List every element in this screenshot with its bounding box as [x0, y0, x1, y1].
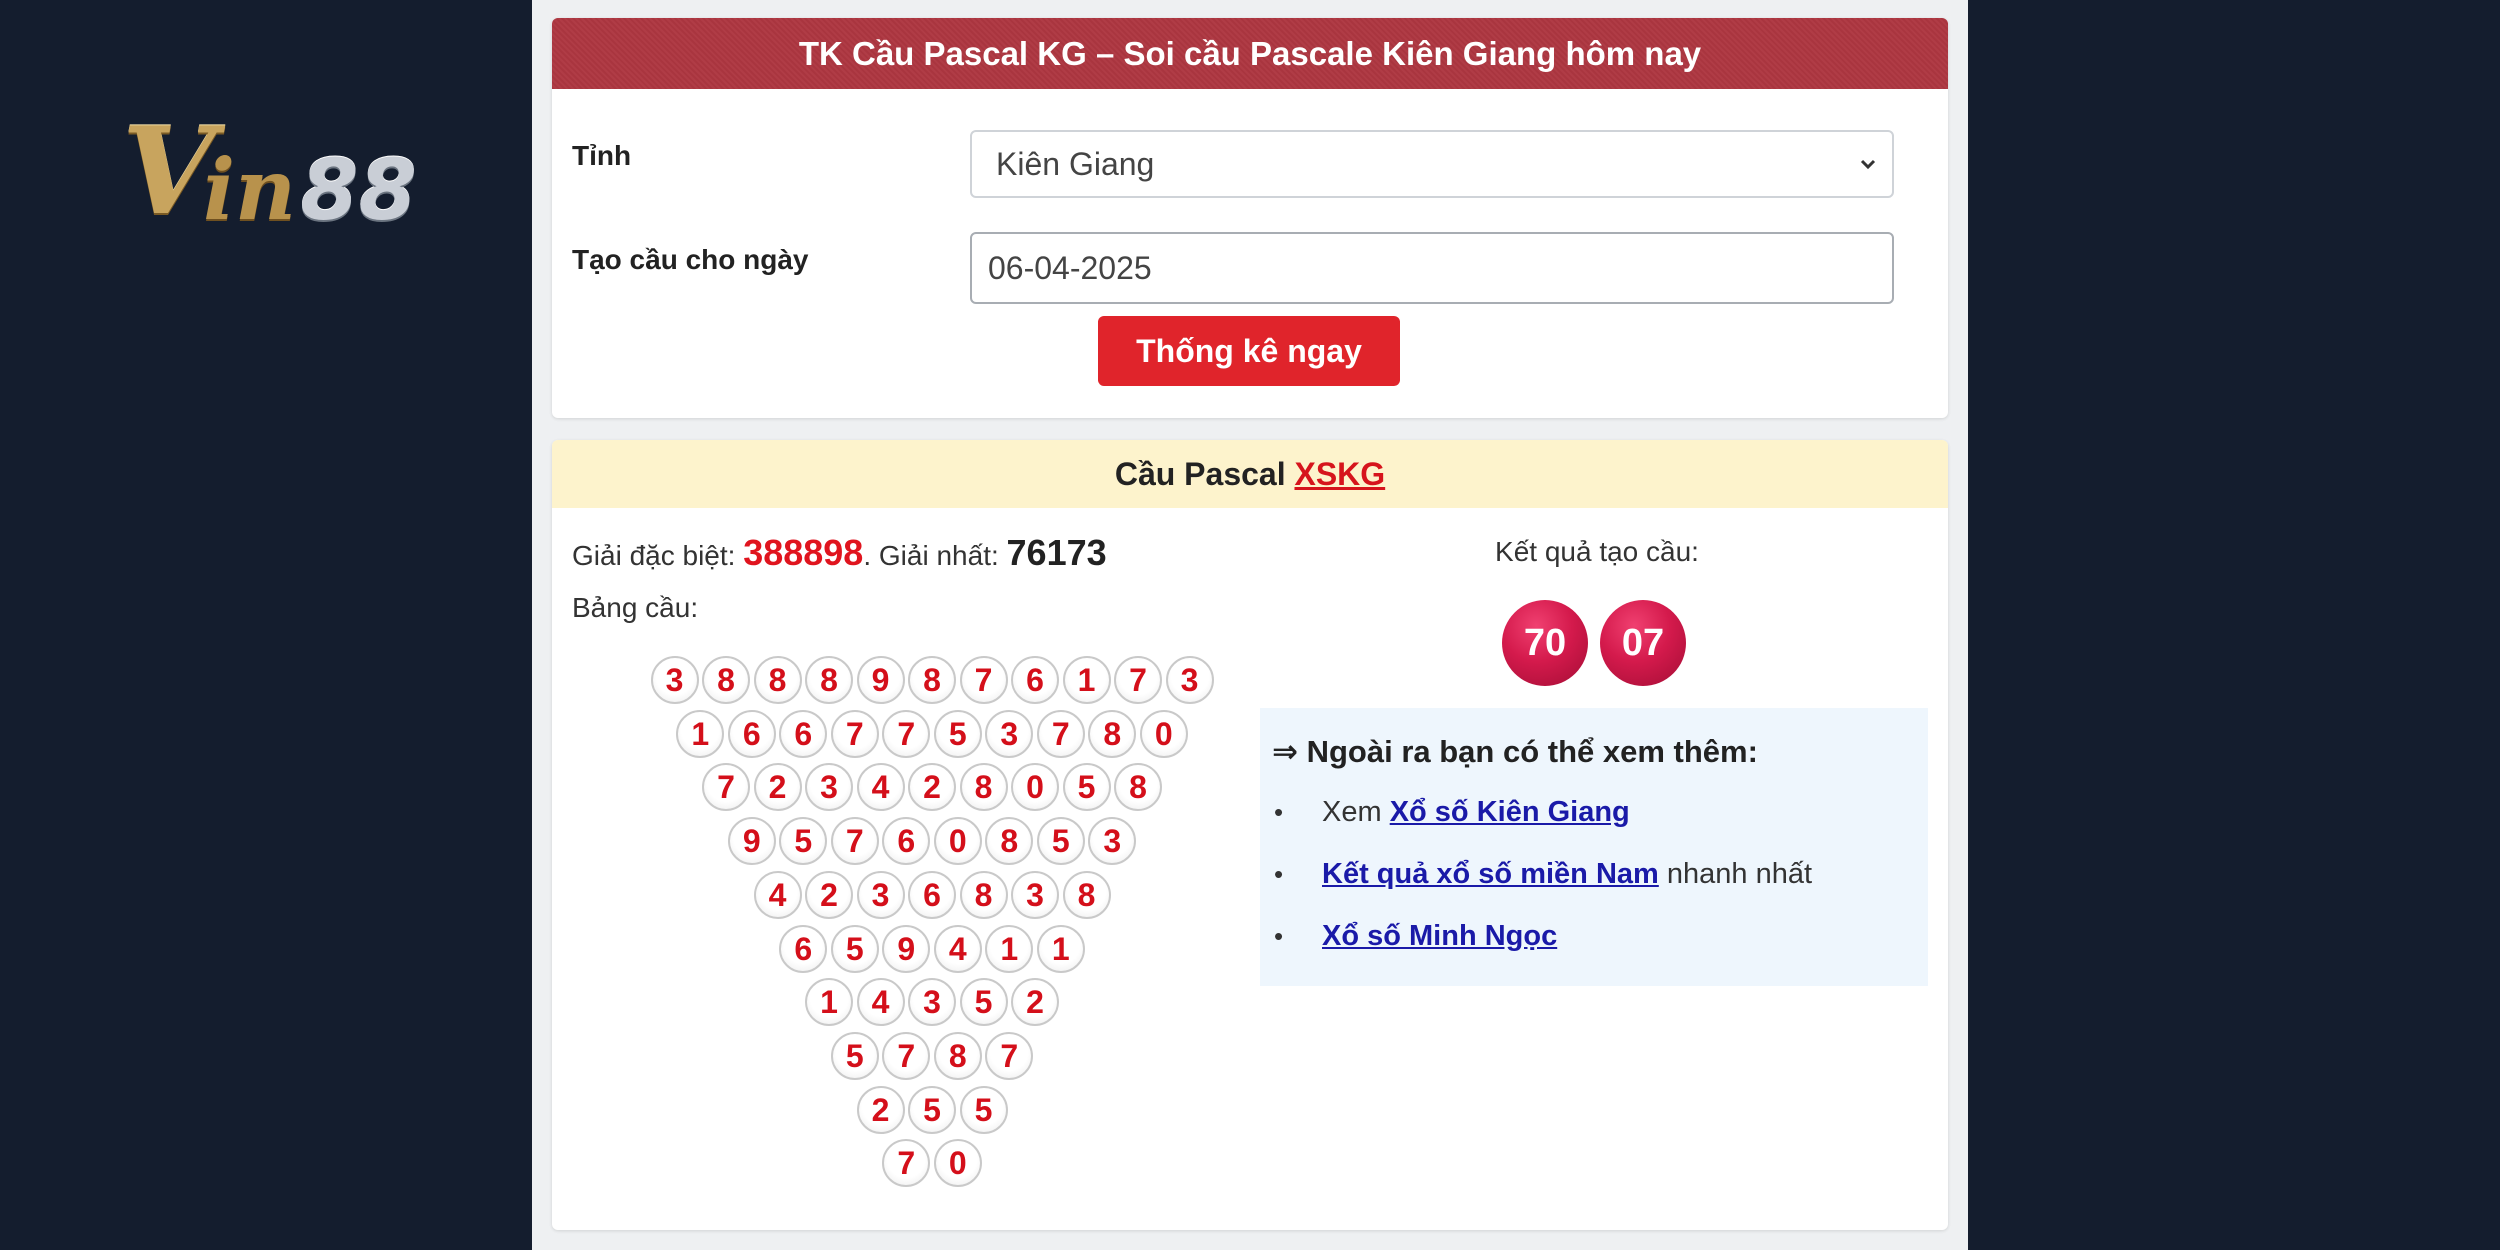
pascal-digit: 4 [856, 978, 905, 1027]
province-select[interactable]: Kiên Giang [970, 130, 1894, 198]
pascal-digit: 7 [830, 709, 879, 758]
pascal-digit: 8 [908, 656, 956, 704]
logo-number: 88 [300, 141, 417, 239]
pascal-digit: 3 [1165, 656, 1214, 704]
pascal-digit: 7 [1114, 656, 1162, 704]
pascal-digit: 1 [1036, 924, 1085, 973]
pascal-digit: 9 [727, 817, 776, 866]
pascal-digit: 4 [933, 924, 982, 973]
pascal-digit: 5 [830, 1031, 879, 1080]
pascal-result-card: Cầu Pascal XSKG Giải đặc biệt: 388898. G… [552, 440, 1948, 1230]
pascal-digit: 8 [1114, 763, 1162, 812]
date-input[interactable]: 06-04-2025 [970, 232, 1894, 304]
pascal-digit: 7 [830, 817, 879, 866]
pascal-digit: 0 [1139, 709, 1188, 758]
pascal-triangle: 3888987617316677537807234280589576085342… [552, 440, 1252, 1230]
form-title: TK Cầu Pascal KG – Soi cầu Pascale Kiên … [552, 18, 1948, 89]
pascal-digit: 4 [856, 763, 905, 812]
date-value: 06-04-2025 [988, 249, 1152, 286]
pascal-digit: 5 [959, 978, 1008, 1027]
province-value: Kiên Giang [996, 145, 1155, 182]
see-more-list: Xem Xổ số Kiên Giang Kết quả xổ số miền … [1272, 792, 1812, 978]
pascal-digit: 6 [908, 870, 956, 919]
see-more-box: ⇒ Ngoài ra bạn có thể xem thêm: Xem Xổ s… [1260, 708, 1928, 986]
pascal-digit: 7 [1036, 709, 1085, 758]
pascal-digit: 0 [1011, 763, 1059, 812]
result-number-2: 07 [1600, 600, 1686, 686]
pascal-digit: 8 [1062, 870, 1111, 919]
pascal-digit: 1 [1062, 656, 1111, 704]
pascal-digit: 0 [933, 817, 982, 866]
pascal-digit: 2 [1011, 978, 1059, 1027]
pascal-digit: 8 [1088, 709, 1137, 758]
pascal-digit: 7 [882, 1031, 931, 1080]
pascal-digit: 8 [702, 656, 750, 704]
pascal-digit: 5 [1036, 817, 1085, 866]
logo-letters-in: in [203, 140, 297, 239]
pascal-digit: 3 [1011, 870, 1059, 919]
result-number-1: 70 [1502, 600, 1588, 686]
pascal-digit: 7 [959, 656, 1008, 704]
pascal-form-card: TK Cầu Pascal KG – Soi cầu Pascale Kiên … [552, 18, 1948, 418]
vin88-logo: V in 88 [122, 101, 482, 242]
pascal-digit: 8 [985, 817, 1034, 866]
pascal-digit: 5 [1062, 763, 1111, 812]
pascal-digit: 1 [676, 709, 725, 758]
pascal-digit: 3 [856, 870, 905, 919]
pascal-digit: 7 [882, 1139, 931, 1188]
pascal-digit: 9 [882, 924, 931, 973]
pascal-digit: 9 [856, 656, 905, 704]
pascal-digit: 5 [959, 1085, 1008, 1134]
pascal-digit: 0 [933, 1139, 982, 1188]
pascal-digit: 7 [702, 763, 750, 812]
list-item: Kết quả xổ số miền Nam nhanh nhất [1272, 854, 1812, 916]
pascal-digit: 6 [1011, 656, 1059, 704]
province-label: Tỉnh [572, 140, 632, 171]
pascal-digit: 5 [933, 709, 982, 758]
item-prefix: Xem [1322, 796, 1390, 828]
pascal-digit: 8 [959, 870, 1008, 919]
ket-qua-mien-nam-link[interactable]: Kết quả xổ số miền Nam [1322, 858, 1659, 890]
pascal-digit: 3 [985, 709, 1034, 758]
pascal-digit: 2 [753, 763, 802, 812]
pascal-digit: 4 [753, 870, 802, 919]
pascal-digit: 7 [882, 709, 931, 758]
date-label: Tạo cầu cho ngày [572, 244, 809, 275]
pascal-digit: 5 [830, 924, 879, 973]
result-label: Kết quả tạo cầu: [1495, 536, 1699, 567]
pascal-digit: 6 [779, 709, 828, 758]
pascal-digit: 2 [856, 1085, 905, 1134]
pascal-digit: 2 [908, 763, 956, 812]
pascal-digit: 2 [805, 870, 853, 919]
item-suffix: nhanh nhất [1658, 858, 1813, 890]
pascal-digit: 8 [753, 656, 802, 704]
pascal-digit: 8 [933, 1031, 982, 1080]
logo-letter-v: V [122, 101, 215, 242]
pascal-digit: 5 [779, 817, 828, 866]
pascal-digit: 5 [908, 1085, 956, 1134]
see-more-title: ⇒ Ngoài ra bạn có thể xem thêm: [1272, 734, 1758, 769]
pascal-digit: 8 [959, 763, 1008, 812]
pascal-digit: 3 [650, 656, 699, 704]
xo-so-kien-giang-link[interactable]: Xổ số Kiên Giang [1390, 796, 1630, 828]
pascal-digit: 6 [882, 817, 931, 866]
pascal-digit: 1 [805, 978, 853, 1027]
submit-button[interactable]: Thống kê ngay [1098, 316, 1400, 386]
xo-so-minh-ngoc-link[interactable]: Xổ số Minh Ngọc [1322, 920, 1557, 952]
pascal-digit: 3 [805, 763, 853, 812]
pascal-digit: 6 [779, 924, 828, 973]
pascal-digit: 8 [805, 656, 853, 704]
list-item: Xổ số Minh Ngọc [1272, 916, 1812, 978]
main-column: TK Cầu Pascal KG – Soi cầu Pascale Kiên … [532, 0, 1968, 1250]
pascal-digit: 3 [1088, 817, 1137, 866]
pascal-digit: 3 [908, 978, 956, 1027]
pascal-digit: 6 [727, 709, 776, 758]
chevron-down-icon [1860, 159, 1876, 170]
list-item: Xem Xổ số Kiên Giang [1272, 792, 1812, 854]
pascal-digit: 1 [985, 924, 1034, 973]
pascal-digit: 7 [985, 1031, 1034, 1080]
xskg-link[interactable]: XSKG [1294, 456, 1385, 492]
